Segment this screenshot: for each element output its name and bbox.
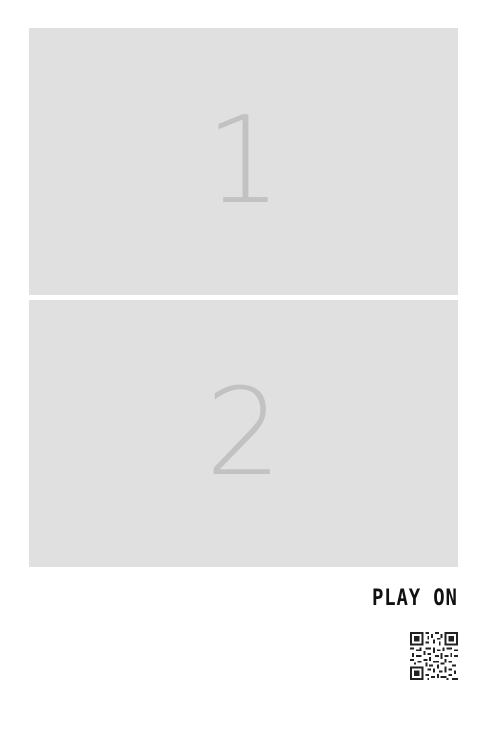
play-on-label: PLAY ON (372, 586, 458, 611)
image-placeholder-1: 1 (29, 28, 458, 295)
panel-number-1: 1 (205, 91, 282, 231)
qr-code-icon[interactable] (410, 632, 458, 680)
image-placeholder-2: 2 (29, 300, 458, 567)
panel-number-2: 2 (205, 363, 282, 503)
